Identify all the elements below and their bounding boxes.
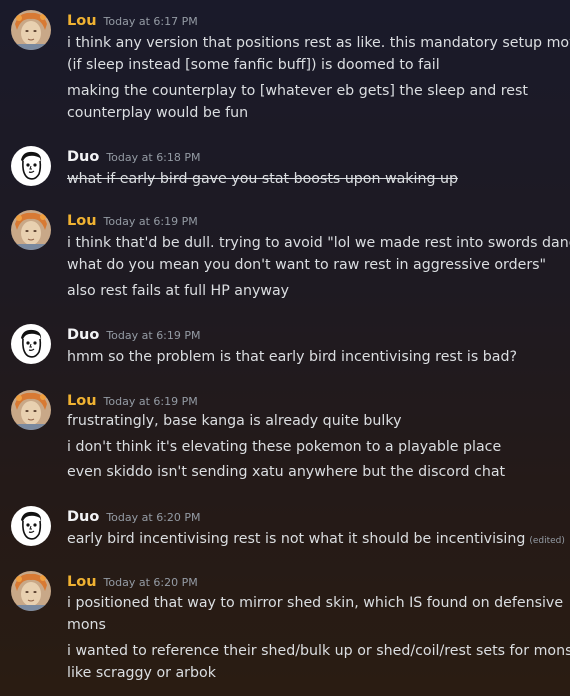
avatar-lou[interactable]: [11, 10, 51, 50]
username[interactable]: Duo: [67, 149, 99, 165]
timestamp[interactable]: Today at 6:18 PM: [106, 151, 200, 164]
timestamp[interactable]: Today at 6:17 PM: [104, 15, 198, 28]
message-line: making the counterplay to [whatever eb g…: [67, 83, 528, 99]
message-line: mons: [67, 617, 106, 633]
duo-avatar-icon: [11, 324, 51, 364]
avatar-lou[interactable]: [11, 390, 51, 430]
message-line: even skiddo isn't sending xatu anywhere …: [67, 464, 506, 480]
message-header: Lou Today at 6:19 PM: [67, 390, 198, 410]
message-line: frustratingly, base kanga is already qui…: [67, 413, 402, 429]
lou-avatar-icon: [11, 10, 51, 50]
message-line: also rest fails at full HP anyway: [67, 283, 290, 299]
message-header: Lou Today at 6:17 PM: [67, 10, 198, 30]
avatar-duo[interactable]: [11, 324, 51, 364]
message-header: Duo Today at 6:20 PM: [67, 506, 201, 526]
message-header: Lou Today at 6:19 PM: [67, 210, 198, 230]
message-line: counterplay would be fun: [67, 105, 249, 121]
message-line: i wanted to reference their shed/bulk up…: [67, 643, 570, 659]
edited-label: (edited): [529, 536, 565, 546]
message-line: hmm so the problem is that early bird in…: [67, 349, 517, 365]
message-line: (if sleep instead [some fanfic buff]) is…: [67, 57, 440, 73]
message-line: like scraggy or arbok: [67, 665, 216, 681]
timestamp[interactable]: Today at 6:20 PM: [104, 576, 198, 589]
avatar-duo[interactable]: [11, 506, 51, 546]
message-line: i positioned that way to mirror shed ski…: [67, 595, 564, 611]
avatar-lou[interactable]: [11, 571, 51, 611]
message-line: early bird incentivising rest is not wha…: [67, 528, 565, 552]
username[interactable]: Lou: [67, 213, 97, 229]
message-group: Duo Today at 6:18 PM what if early bird g…: [0, 146, 570, 190]
message-text: early bird incentivising rest is not wha…: [67, 531, 526, 547]
message-group: Lou Today at 6:17 PM i think any version …: [0, 10, 570, 125]
message-header: Duo Today at 6:19 PM: [67, 324, 201, 344]
message-group: Lou Today at 6:19 PM frustratingly, base …: [0, 390, 570, 486]
avatar-lou[interactable]: [11, 210, 51, 250]
timestamp[interactable]: Today at 6:19 PM: [104, 395, 198, 408]
duo-avatar-icon: [11, 506, 51, 546]
chat-log: Lou Today at 6:17 PM i think any version …: [0, 0, 570, 696]
lou-avatar-icon: [11, 210, 51, 250]
username[interactable]: Lou: [67, 13, 97, 29]
message-line: what do you mean you don't want to raw r…: [67, 257, 547, 273]
avatar-duo[interactable]: [11, 146, 51, 186]
message-line: i don't think it's elevating these pokem…: [67, 439, 502, 455]
message-line: what if early bird gave you stat boosts …: [67, 171, 458, 187]
message-group: Duo Today at 6:20 PM early bird incentivi…: [0, 506, 570, 550]
username[interactable]: Duo: [67, 509, 99, 525]
lou-avatar-icon: [11, 571, 51, 611]
timestamp[interactable]: Today at 6:20 PM: [106, 511, 200, 524]
message-line: i think any version that positions rest …: [67, 35, 570, 51]
message-header: Lou Today at 6:20 PM: [67, 571, 198, 591]
message-group: Duo Today at 6:19 PM hmm so the problem i…: [0, 324, 570, 368]
username[interactable]: Lou: [67, 574, 97, 590]
timestamp[interactable]: Today at 6:19 PM: [106, 329, 200, 342]
username[interactable]: Duo: [67, 327, 99, 343]
timestamp[interactable]: Today at 6:19 PM: [104, 215, 198, 228]
message-group: Lou Today at 6:20 PM i positioned that wa…: [0, 571, 570, 687]
message-header: Duo Today at 6:18 PM: [67, 146, 201, 166]
duo-avatar-icon: [11, 146, 51, 186]
message-group: Lou Today at 6:19 PM i think that'd be du…: [0, 210, 570, 303]
username[interactable]: Lou: [67, 393, 97, 409]
message-line: i think that'd be dull. trying to avoid …: [67, 235, 570, 251]
lou-avatar-icon: [11, 390, 51, 430]
